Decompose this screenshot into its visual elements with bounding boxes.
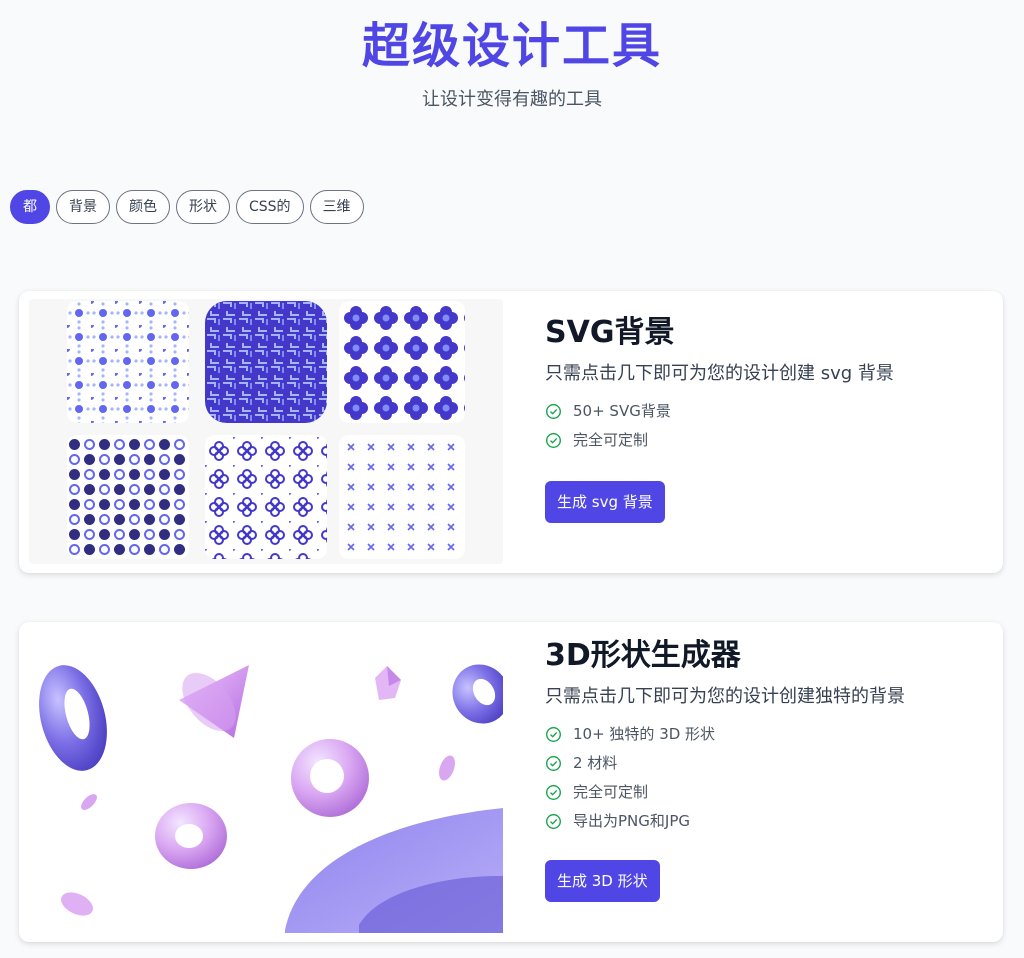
check-circle-icon <box>546 756 561 771</box>
feature-list: 10+ 独特的 3D 形状 2 材料 完全可定制 导出为PNG和JPG <box>545 720 905 836</box>
generate-3d-shapes-button[interactable]: 生成 3D 形状 <box>545 860 660 902</box>
card-title: 3D形状生成器 <box>545 638 741 673</box>
check-circle-icon <box>546 727 561 742</box>
filter-chip-3d[interactable]: 三维 <box>309 190 364 224</box>
feature-item: 10+ 独特的 3D 形状 <box>545 720 905 749</box>
check-circle-icon <box>546 433 561 448</box>
card-title: SVG背景 <box>545 315 675 350</box>
filter-chip-all[interactable]: 都 <box>10 190 50 224</box>
feature-item: 完全可定制 <box>545 426 894 455</box>
card-description: 只需点击几下即可为您的设计创建 svg 背景 <box>545 363 894 384</box>
card-info: 3D形状生成器 只需点击几下即可为您的设计创建独特的背景 10+ 独特的 3D … <box>545 636 905 902</box>
feature-item: 50+ SVG背景 <box>545 397 894 426</box>
filter-chip-shapes[interactable]: 形状 <box>176 190 230 224</box>
feature-label: 50+ SVG背景 <box>573 402 671 420</box>
filter-chip-backgrounds[interactable]: 背景 <box>56 190 110 224</box>
3d-shapes-illustration <box>39 664 510 933</box>
feature-label: 2 材料 <box>573 754 618 772</box>
feature-item: 2 材料 <box>545 749 905 778</box>
feature-label: 完全可定制 <box>573 783 649 801</box>
generate-svg-button[interactable]: 生成 svg 背景 <box>545 481 665 523</box>
check-circle-icon <box>546 814 561 829</box>
check-circle-icon <box>546 404 561 419</box>
svg-pattern-illustration <box>67 301 465 559</box>
feature-item: 完全可定制 <box>545 778 905 807</box>
page-title: 超级设计工具 <box>361 18 662 74</box>
feature-list: 50+ SVG背景 完全可定制 <box>545 397 894 455</box>
page-subtitle: 让设计变得有趣的工具 <box>422 89 602 110</box>
feature-label: 完全可定制 <box>573 431 649 449</box>
feature-item: 导出为PNG和JPG <box>545 807 905 836</box>
card-description: 只需点击几下即可为您的设计创建独特的背景 <box>545 686 905 707</box>
svg-pattern-preview-image <box>29 299 503 564</box>
category-filter-bar: 都 背景 颜色 形状 CSS的 三维 <box>10 190 364 224</box>
card-info: SVG背景 只需点击几下即可为您的设计创建 svg 背景 50+ SVG背景 完… <box>545 313 894 523</box>
feature-label: 10+ 独特的 3D 形状 <box>573 725 716 743</box>
filter-chip-colors[interactable]: 颜色 <box>116 190 170 224</box>
feature-label: 导出为PNG和JPG <box>573 812 690 830</box>
check-circle-icon <box>546 785 561 800</box>
3d-shapes-preview-image <box>29 630 510 933</box>
tool-card-3d-shapes: 3D形状生成器 只需点击几下即可为您的设计创建独特的背景 10+ 独特的 3D … <box>19 622 1003 942</box>
filter-chip-css[interactable]: CSS的 <box>236 190 304 224</box>
tool-card-svg-backgrounds: SVG背景 只需点击几下即可为您的设计创建 svg 背景 50+ SVG背景 完… <box>19 291 1003 573</box>
